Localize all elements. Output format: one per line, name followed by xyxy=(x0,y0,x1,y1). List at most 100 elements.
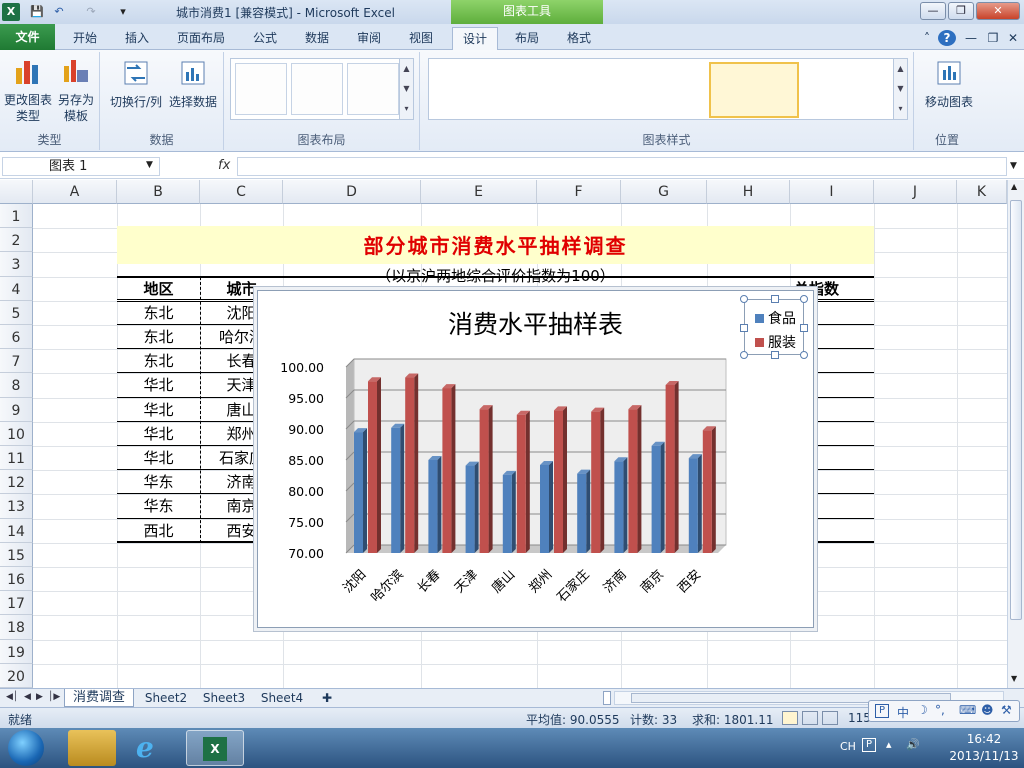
change-chart-type-button[interactable]: 更改图表类型 xyxy=(4,56,52,124)
ime-tools-icon[interactable]: ⚒ xyxy=(1001,703,1012,717)
select-data-button[interactable]: 选择数据 xyxy=(166,58,220,110)
row-header-4[interactable]: 4 xyxy=(0,276,33,301)
column-header-k[interactable]: K xyxy=(957,180,1007,204)
bar-food[interactable] xyxy=(614,457,628,553)
tab-layout[interactable]: 布局 xyxy=(504,27,550,49)
column-header-a[interactable]: A xyxy=(33,180,117,204)
vertical-scrollbar[interactable]: ▲ ▼ xyxy=(1007,180,1024,688)
row-header-20[interactable]: 20 xyxy=(0,663,33,688)
bar-clothing[interactable] xyxy=(368,377,381,553)
column-header-i[interactable]: I xyxy=(790,180,874,204)
bar-clothing[interactable] xyxy=(479,405,493,553)
tab-formulas[interactable]: 公式 xyxy=(242,27,288,49)
row-header-5[interactable]: 5 xyxy=(0,300,33,325)
internet-explorer-icon[interactable]: e xyxy=(126,730,174,766)
explorer-icon[interactable] xyxy=(68,730,116,766)
bar-food[interactable] xyxy=(651,441,665,553)
scroll-up-icon[interactable]: ▲ xyxy=(1011,182,1017,191)
name-box[interactable]: 图表 1 xyxy=(2,157,160,176)
bar-food[interactable] xyxy=(428,456,442,553)
style-option-1[interactable] xyxy=(433,62,523,118)
tab-design[interactable]: 设计 xyxy=(452,27,498,51)
row-header-1[interactable]: 1 xyxy=(0,204,33,229)
row-header-6[interactable]: 6 xyxy=(0,325,33,350)
start-button[interactable] xyxy=(8,730,44,766)
tab-format[interactable]: 格式 xyxy=(556,27,602,49)
ime-moon-icon[interactable]: ☽ xyxy=(917,703,928,717)
excel-taskbar-icon[interactable]: X xyxy=(186,730,244,766)
first-sheet-icon[interactable]: ◀│ xyxy=(6,692,18,702)
ime-logo-icon[interactable]: P xyxy=(875,704,889,718)
chart-resize-handle[interactable] xyxy=(536,624,542,630)
row-header-7[interactable]: 7 xyxy=(0,349,33,374)
tray-up-arrow-icon[interactable]: ▴ xyxy=(886,738,892,751)
chart-resize-handle[interactable] xyxy=(253,286,259,292)
style-option-5[interactable] xyxy=(801,62,891,118)
bar-clothing[interactable] xyxy=(516,410,530,553)
layout-option-1[interactable] xyxy=(235,63,287,115)
sheet-tab-3[interactable]: Sheet3 xyxy=(196,689,252,707)
chart-resize-handle[interactable] xyxy=(253,459,259,465)
row-header-19[interactable]: 19 xyxy=(0,639,33,664)
row-header-18[interactable]: 18 xyxy=(0,615,33,640)
column-header-g[interactable]: G xyxy=(621,180,707,204)
ribbon-minimize-icon[interactable]: ˄ xyxy=(918,27,936,49)
bar-food[interactable] xyxy=(354,428,367,553)
excel-app-icon[interactable]: X xyxy=(2,3,20,21)
bar-clothing[interactable] xyxy=(665,380,679,553)
move-chart-button[interactable]: 移动图表 xyxy=(920,58,978,110)
legend-resize-handle[interactable] xyxy=(740,324,748,332)
insert-sheet-icon[interactable]: ✚ xyxy=(316,689,338,707)
restore-button[interactable]: ❐ xyxy=(948,2,974,20)
layout-option-3[interactable] xyxy=(347,63,399,115)
legend-resize-handle[interactable] xyxy=(771,351,779,359)
quick-access-dropdown-icon[interactable]: ▾ xyxy=(114,3,132,21)
bar-food[interactable] xyxy=(502,470,516,553)
style-gallery-up-icon[interactable]: ▲ xyxy=(893,59,907,79)
last-sheet-icon[interactable]: │▶ xyxy=(48,692,60,702)
legend-resize-handle[interactable] xyxy=(800,351,808,359)
chart-legend[interactable]: 食品 服装 xyxy=(740,295,808,359)
ime-user-icon[interactable]: ☻ xyxy=(981,703,994,717)
row-header-15[interactable]: 15 xyxy=(0,542,33,567)
doc-minimize-icon[interactable]: — xyxy=(962,27,980,49)
legend-resize-handle[interactable] xyxy=(740,351,748,359)
page-break-view-icon[interactable] xyxy=(822,711,838,725)
chart-resize-handle[interactable] xyxy=(810,624,816,630)
close-button[interactable]: ✕ xyxy=(976,2,1020,20)
column-header-f[interactable]: F xyxy=(537,180,621,204)
tab-insert[interactable]: 插入 xyxy=(114,27,160,49)
help-icon[interactable]: ? xyxy=(938,30,956,46)
sheet-tab-4[interactable]: Sheet4 xyxy=(254,689,310,707)
row-header-14[interactable]: 14 xyxy=(0,518,33,543)
chart-plot[interactable]: 100.00 95.00 90.00 85.00 80.00 75.00 70.00 沈阳 哈尔… xyxy=(258,291,815,629)
sheet-tab-2[interactable]: Sheet2 xyxy=(138,689,194,707)
row-header-9[interactable]: 9 xyxy=(0,397,33,422)
ime-keyboard-icon[interactable]: ⌨ xyxy=(959,703,976,717)
column-header-c[interactable]: C xyxy=(200,180,283,204)
legend-resize-handle[interactable] xyxy=(771,295,779,303)
legend-resize-handle[interactable] xyxy=(800,324,808,332)
vertical-scroll-thumb[interactable] xyxy=(1010,200,1022,620)
bar-clothing[interactable] xyxy=(591,407,605,553)
column-header-e[interactable]: E xyxy=(421,180,537,204)
undo-icon[interactable]: ↶ xyxy=(50,3,68,21)
chart-resize-handle[interactable] xyxy=(810,459,816,465)
formula-input[interactable] xyxy=(237,157,1007,176)
tray-language[interactable]: CH xyxy=(840,740,856,753)
row-header-2[interactable]: 2 xyxy=(0,228,33,253)
bar-clothing[interactable] xyxy=(554,406,567,553)
doc-restore-icon[interactable]: ❐ xyxy=(984,27,1002,49)
layout-gallery-up-icon[interactable]: ▲ xyxy=(399,59,413,79)
layout-option-2[interactable] xyxy=(291,63,343,115)
style-option-3[interactable] xyxy=(617,62,707,118)
style-option-4[interactable] xyxy=(709,62,799,118)
name-box-dropdown-icon[interactable]: ▼ xyxy=(146,160,153,170)
page-layout-view-icon[interactable] xyxy=(802,711,818,725)
tab-view[interactable]: 视图 xyxy=(398,27,444,49)
row-header-8[interactable]: 8 xyxy=(0,373,33,398)
style-gallery-more-icon[interactable]: ▾ xyxy=(893,99,907,119)
bar-clothing[interactable] xyxy=(405,373,419,553)
bar-food[interactable] xyxy=(688,454,702,553)
row-header-13[interactable]: 13 xyxy=(0,494,33,519)
